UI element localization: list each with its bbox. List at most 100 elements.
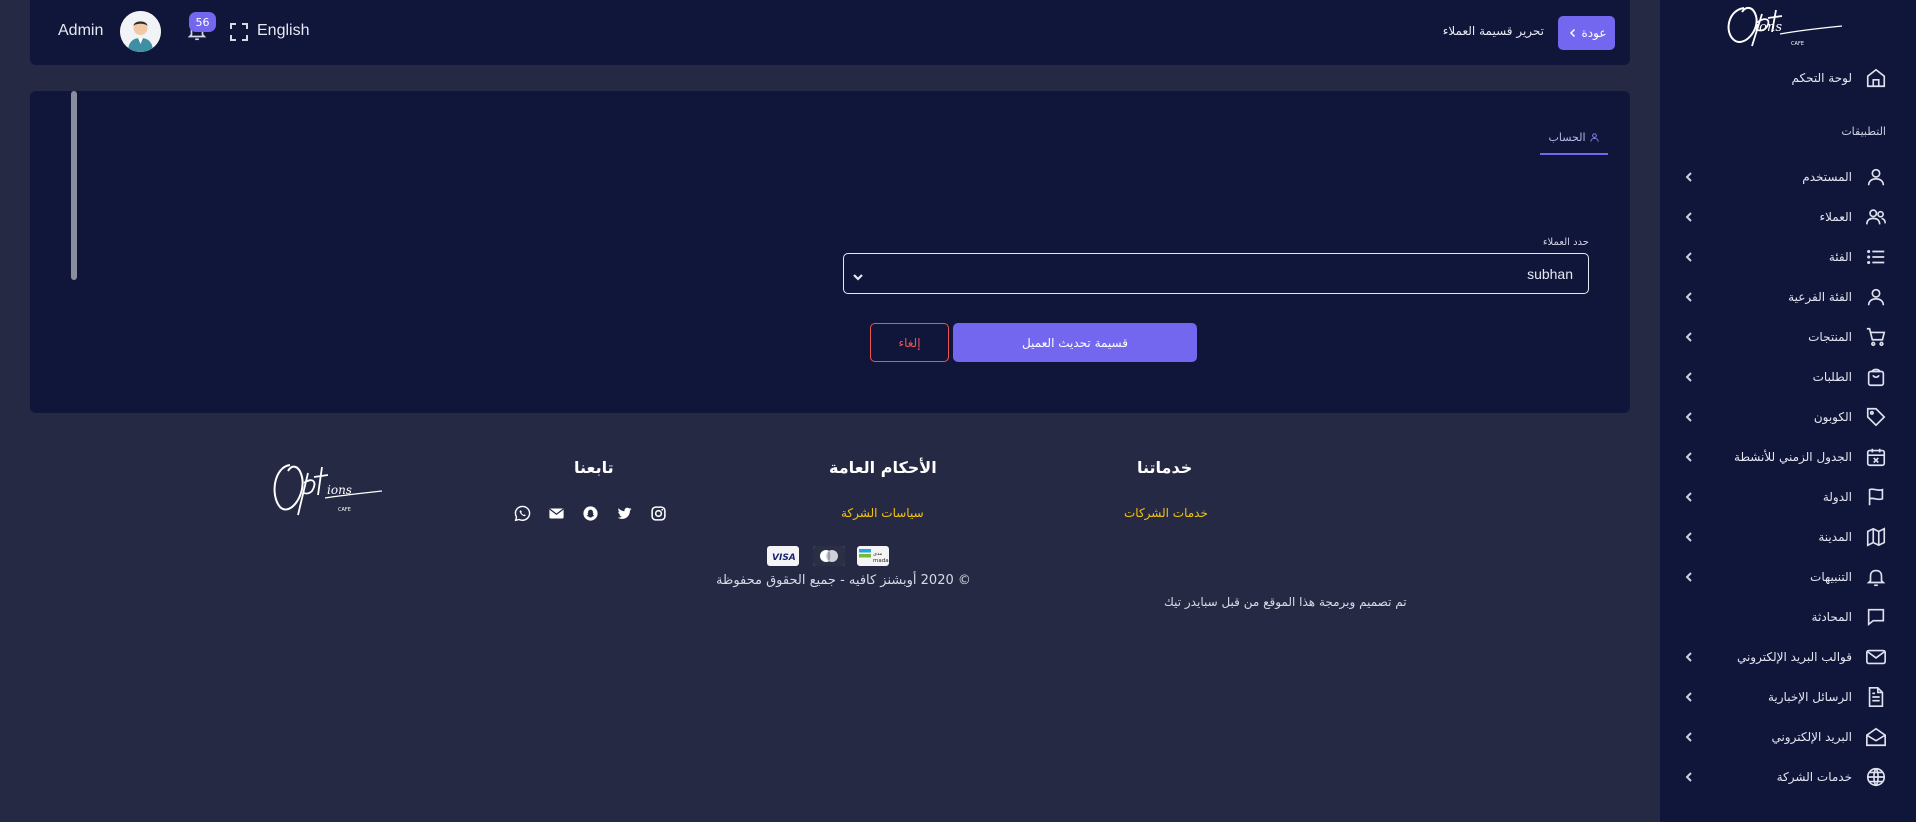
customer-select-value: subhan — [1527, 266, 1573, 282]
flag-icon — [1864, 485, 1888, 509]
sidebar-item[interactable]: الفئة — [1660, 237, 1916, 277]
back-button-label: عودة — [1581, 26, 1607, 40]
svg-text:mada: mada — [873, 558, 889, 564]
sidebar-item-label: الدولة — [1822, 490, 1852, 504]
sidebar: ions CAFE لوحة التحكم التطبيقات المستخدم… — [1660, 0, 1916, 822]
sidebar-section-label: التطبيقات — [1841, 125, 1886, 138]
chevron-left-icon — [1682, 690, 1696, 704]
admin-name[interactable]: Admin — [58, 22, 103, 40]
users-icon — [1864, 205, 1888, 229]
sidebar-item[interactable]: قوالب البريد الإلكتروني — [1660, 637, 1916, 677]
chevron-left-icon — [1682, 650, 1696, 664]
sidebar-item-label: المنتجات — [1808, 330, 1852, 344]
update-customer-coupon-button[interactable]: قسيمة تحديث العميل — [953, 323, 1197, 362]
svg-text:ions: ions — [1755, 20, 1782, 35]
sidebar-item[interactable]: البريد الإلكتروني — [1660, 717, 1916, 757]
footer-terms-link[interactable]: سياسات الشركة — [841, 506, 924, 520]
chevron-left-icon — [1682, 250, 1696, 264]
top-bar: عودة تحرير قسيمة العملاء Admin 56 Englis… — [30, 0, 1630, 65]
chevron-left-icon — [1682, 290, 1696, 304]
copyright-text: © 2020 أوبشنز كافيه - جميع الحقوق محفوظة — [716, 573, 971, 588]
cancel-button[interactable]: إلغاء — [870, 323, 949, 362]
svg-text:مدى: مدى — [873, 551, 883, 557]
sidebar-item-label: التنبيهات — [1810, 570, 1852, 584]
chevron-left-icon — [1682, 570, 1696, 584]
sidebar-item[interactable]: الدولة — [1660, 477, 1916, 517]
bell-icon — [1864, 565, 1888, 589]
sidebar-item[interactable]: المحادثة — [1660, 597, 1916, 637]
chevron-down-icon — [852, 268, 864, 281]
sidebar-item[interactable]: خدمات الشركة — [1660, 757, 1916, 797]
chevron-left-icon — [1682, 210, 1696, 224]
back-button[interactable]: عودة — [1558, 16, 1615, 50]
footer-services-link[interactable]: خدمات الشركات — [1124, 506, 1208, 520]
sidebar-item-dashboard[interactable]: لوحة التحكم — [1660, 58, 1916, 98]
social-links — [512, 503, 668, 523]
fullscreen-icon[interactable] — [229, 22, 249, 42]
sidebar-item-label: العملاء — [1819, 210, 1852, 224]
envelope-icon[interactable] — [546, 503, 566, 523]
sidebar-item-label: الطلبات — [1812, 370, 1852, 384]
bag-icon — [1864, 365, 1888, 389]
chevron-left-icon — [1682, 770, 1696, 784]
customer-select[interactable]: subhan — [843, 253, 1589, 294]
mada-payment-icon: مدى mada — [857, 546, 889, 566]
sidebar-item[interactable]: المدينة — [1660, 517, 1916, 557]
calendar-x-icon — [1864, 445, 1888, 469]
whatsapp-icon[interactable] — [512, 503, 532, 523]
sidebar-item[interactable]: التنبيهات — [1660, 557, 1916, 597]
sidebar-item-label: الفئة الفرعية — [1788, 290, 1852, 304]
sidebar-item-label: الفئة — [1828, 250, 1852, 264]
svg-text:VISA: VISA — [772, 553, 796, 563]
sidebar-item-label: الجدول الزمني للأنشطة — [1734, 450, 1852, 464]
scrollbar-thumb[interactable] — [71, 91, 77, 280]
mail-icon — [1864, 645, 1888, 669]
list-icon — [1864, 245, 1888, 269]
snapchat-icon[interactable] — [580, 503, 600, 523]
twitter-icon[interactable] — [614, 503, 634, 523]
footer-terms-heading: الأحكام العامة — [829, 458, 937, 477]
sidebar-item-label: المحادثة — [1811, 610, 1852, 624]
brand-logo-sub: CAFE — [1791, 41, 1804, 47]
brand-logo[interactable]: ions CAFE — [1722, 0, 1848, 50]
tag-icon — [1864, 405, 1888, 429]
chevron-left-icon — [1682, 490, 1696, 504]
map-icon — [1864, 525, 1888, 549]
page-title: تحرير قسيمة العملاء — [1442, 24, 1544, 38]
chevron-left-icon — [1569, 28, 1575, 38]
file-text-icon — [1864, 685, 1888, 709]
made-by-text: تم تصميم وبرمجة هذا الموقع من قبل سبايدر… — [1164, 595, 1407, 609]
sidebar-item-label: لوحة التحكم — [1791, 71, 1853, 85]
user-icon — [1864, 165, 1888, 189]
chevron-left-icon — [1682, 530, 1696, 544]
sidebar-item[interactable]: الكوبون — [1660, 397, 1916, 437]
avatar[interactable] — [120, 11, 161, 52]
chevron-left-icon — [1682, 170, 1696, 184]
sidebar-item-label: الكوبون — [1813, 410, 1852, 424]
sidebar-item-label: المدينة — [1818, 530, 1852, 544]
sidebar-item[interactable]: المنتجات — [1660, 317, 1916, 357]
sidebar-item[interactable]: الطلبات — [1660, 357, 1916, 397]
chat-icon — [1864, 605, 1888, 629]
instagram-icon[interactable] — [648, 503, 668, 523]
mastercard-icon — [813, 546, 845, 566]
tab-account[interactable]: الحساب — [1540, 121, 1608, 155]
language-switcher[interactable]: English — [257, 22, 309, 40]
home-icon — [1864, 66, 1888, 90]
notification-count-badge: 56 — [189, 12, 216, 32]
sidebar-item[interactable]: الفئة الفرعية — [1660, 277, 1916, 317]
sidebar-item[interactable]: الجدول الزمني للأنشطة — [1660, 437, 1916, 477]
edit-coupon-card: الحساب حدد العملاء subhan قسيمة تحديث ال… — [30, 91, 1630, 413]
chevron-left-icon — [1682, 730, 1696, 744]
footer-logo[interactable]: ions CAFE — [270, 455, 385, 521]
sidebar-item[interactable]: العملاء — [1660, 197, 1916, 237]
sidebar-item-label: المستخدم — [1802, 170, 1852, 184]
tab-account-label: الحساب — [1548, 130, 1586, 144]
customer-select-label: حدد العملاء — [1542, 237, 1589, 248]
mail-open-icon — [1864, 725, 1888, 749]
sidebar-item[interactable]: الرسائل الإخبارية — [1660, 677, 1916, 717]
sidebar-item[interactable]: المستخدم — [1660, 157, 1916, 197]
globe-icon — [1864, 765, 1888, 789]
footer-follow-heading: تابعنا — [574, 458, 614, 477]
visa-icon: VISA — [767, 546, 799, 566]
